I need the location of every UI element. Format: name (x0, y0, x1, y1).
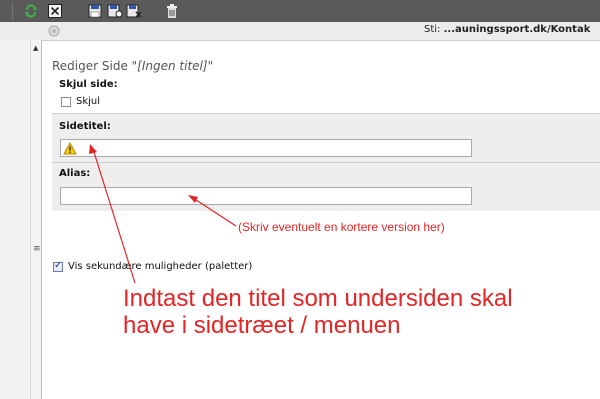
alias-annotation: (Skriv eventuelt en kortere version her) (238, 220, 445, 234)
title-annotation: Indtast den titel som undersiden skal ha… (123, 285, 513, 339)
alias-arrow-head-icon (188, 195, 198, 203)
annotation-arrows (89, 144, 237, 284)
title-arrow-head-icon (89, 144, 97, 154)
title-arrow (92, 148, 136, 284)
alias-arrow (192, 197, 237, 227)
title-annotation-line-1: Indtast den titel som undersiden skal (123, 285, 513, 312)
title-annotation-line-2: have i sidetræet / menuen (123, 312, 401, 339)
